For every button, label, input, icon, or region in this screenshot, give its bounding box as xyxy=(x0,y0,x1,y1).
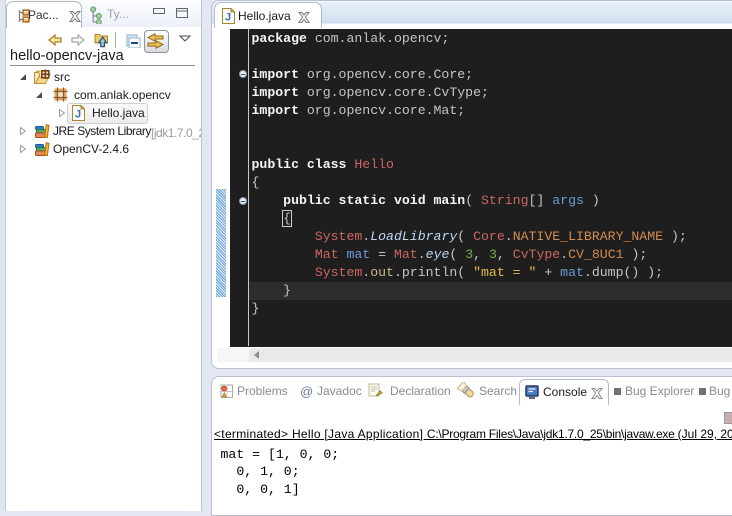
svg-text:J: J xyxy=(75,109,81,121)
svg-text:J: J xyxy=(225,12,231,24)
